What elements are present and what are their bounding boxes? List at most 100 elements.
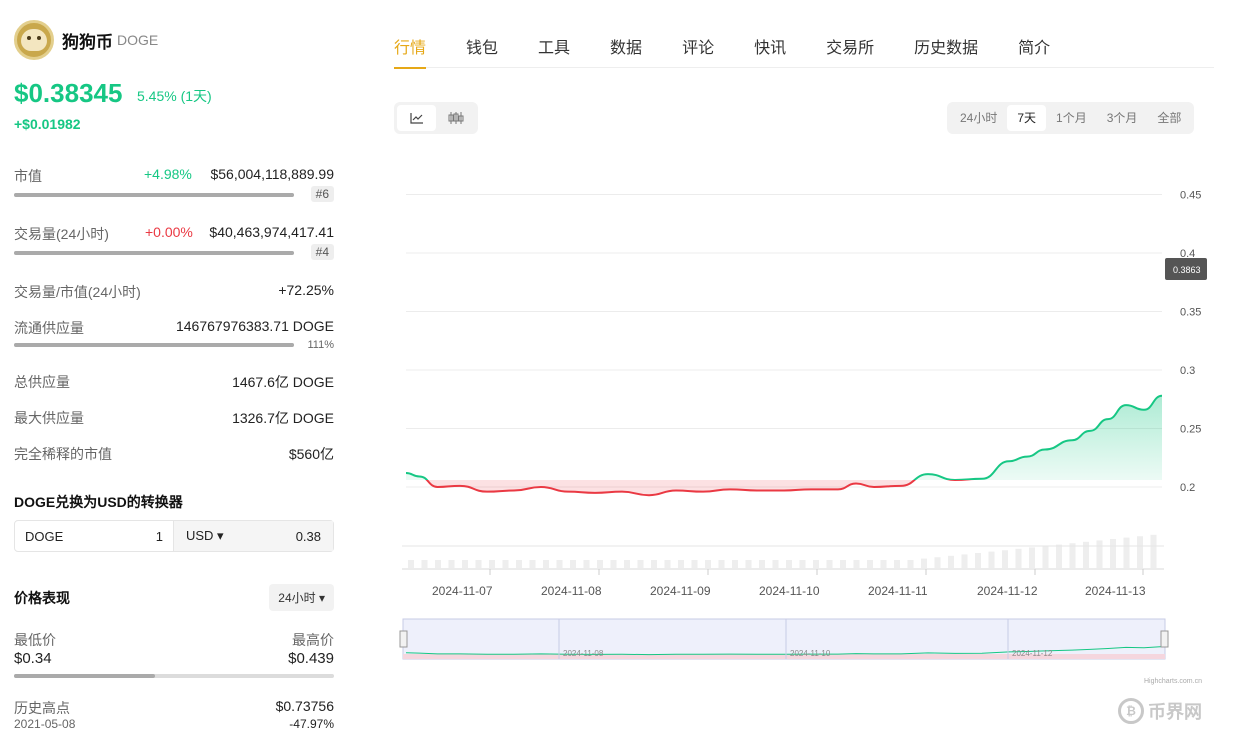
volume-bar [1002, 550, 1008, 568]
doge-logo [14, 20, 54, 60]
navigator-label: 2024-11-12 [1012, 649, 1053, 658]
tab-intro[interactable]: 简介 [1018, 24, 1050, 68]
volume-bar [880, 560, 887, 568]
price-chart[interactable]: 0.450.40.350.30.250.20.38632024-11-07 202… [394, 160, 1224, 690]
volume-bar [813, 560, 819, 568]
x-tick-label: 2024-11-08 [541, 584, 602, 598]
volume-bar [570, 560, 576, 568]
last-price-label: 0.3863 [1173, 265, 1201, 275]
price-change-pct: 5.45% (1天) [137, 88, 212, 104]
volume-bar [894, 560, 900, 568]
stat-label: 完全稀释的市值 [14, 446, 112, 462]
volume-bar [556, 560, 563, 568]
navigator-label: 2024-11-08 [563, 649, 604, 658]
coin-name: 狗狗币 [62, 32, 113, 52]
range-1m-button[interactable]: 1个月 [1046, 105, 1097, 131]
volume-bar [745, 560, 752, 568]
navigator-left-handle[interactable] [399, 630, 408, 648]
coin-symbol: DOGE [117, 32, 159, 48]
tab-news[interactable]: 快讯 [754, 24, 786, 68]
stat-value: $56,004,118,889.99 [210, 166, 334, 182]
price-range-bar [14, 674, 334, 678]
volume-bar [529, 560, 536, 568]
range-7d-button[interactable]: 7天 [1007, 105, 1047, 131]
tab-wallet[interactable]: 钱包 [466, 24, 498, 68]
ath-date: 2021-05-08 [14, 717, 76, 731]
volume-bar [678, 560, 684, 568]
converter-from-amount[interactable]: 1 [156, 529, 163, 544]
x-tick-label: 2024-11-13 [1085, 584, 1146, 598]
tab-comments[interactable]: 评论 [682, 24, 714, 68]
watermark-logo-icon: ₿ [1118, 698, 1144, 724]
volume-bar [583, 560, 590, 568]
volume-bar [961, 554, 968, 568]
volume-bar [975, 553, 981, 568]
candlestick-chart-button[interactable] [436, 105, 475, 131]
volume-bar [907, 560, 914, 568]
volume-bar [651, 560, 657, 568]
volume-bar [435, 560, 441, 568]
x-tick-label: 2024-11-12 [977, 584, 1038, 598]
stat-change: +0.00% [145, 224, 193, 240]
volume-bar [502, 560, 509, 568]
circulating-pct: 111% [307, 339, 334, 351]
price-area-down [406, 479, 1162, 496]
converter-from[interactable]: DOGE 1 [15, 521, 174, 551]
volume-bar [948, 555, 954, 568]
volume-bar [921, 558, 927, 568]
stat-label: 最大供应量 [14, 410, 84, 426]
volume-bar [705, 560, 711, 568]
range-24h-button[interactable]: 24小时 [950, 105, 1007, 131]
tab-history[interactable]: 历史数据 [914, 24, 978, 68]
site-watermark: ₿ 币界网 [1118, 698, 1202, 724]
volume-bar [624, 560, 630, 568]
volume-bar [718, 560, 725, 568]
x-tick-label: 2024-11-09 [650, 584, 711, 598]
stat-label: 流通供应量 [14, 320, 84, 336]
volume-bar [1056, 544, 1062, 568]
performance-period-select[interactable]: 24小时 ▾ [269, 584, 334, 611]
tab-data[interactable]: 数据 [610, 24, 642, 68]
range-all-button[interactable]: 全部 [1147, 105, 1191, 131]
stat-change: +4.98% [144, 166, 192, 182]
volume-bar [489, 560, 495, 568]
stat-value: +72.25% [278, 282, 334, 298]
stat-label: 市值 [14, 168, 42, 184]
high-value: $0.439 [288, 650, 334, 667]
low-label: 最低价 [14, 632, 56, 648]
high-label: 最高价 [292, 632, 334, 648]
tab-tools[interactable]: 工具 [538, 24, 570, 68]
volume-bar [1110, 539, 1116, 568]
volume-bar [408, 560, 414, 568]
line-chart-icon [409, 113, 423, 124]
current-price: $0.38345 [14, 78, 123, 108]
stat-value: 1467.6亿 DOGE [232, 374, 334, 390]
converter-to[interactable]: USD ▾ 0.38 [173, 521, 333, 551]
x-tick-label: 2024-11-07 [432, 584, 493, 598]
volume-bar [1150, 534, 1157, 568]
volume-bar [732, 560, 738, 568]
stat-value: $560亿 [288, 446, 334, 462]
volume-bar [799, 560, 806, 568]
rank-badge: #6 [310, 186, 334, 202]
range-3m-button[interactable]: 3个月 [1097, 105, 1148, 131]
rank-badge: #4 [310, 244, 334, 260]
volume-bar [1029, 547, 1035, 568]
converter-to-currency-select[interactable]: USD ▾ [186, 528, 224, 544]
volume-bar [853, 560, 860, 568]
volume-bar [1015, 548, 1022, 568]
volume-bar [597, 560, 603, 568]
line-chart-button[interactable] [397, 105, 436, 131]
chart-credit: Highcharts.com.cn [1144, 678, 1202, 685]
stat-value: 1326.7亿 DOGE [232, 410, 334, 426]
price-change-abs: +$0.01982 [14, 116, 81, 132]
tab-exchanges[interactable]: 交易所 [826, 24, 874, 68]
x-tick-label: 2024-11-11 [868, 584, 928, 598]
converter: DOGE 1 USD ▾ 0.38 [14, 520, 334, 552]
volume-bar [543, 560, 549, 568]
main-tabs: 行情 钱包 工具 数据 评论 快讯 交易所 历史数据 简介 [394, 24, 1214, 69]
tab-market[interactable]: 行情 [394, 24, 427, 69]
volume-bar [934, 557, 941, 568]
navigator-right-handle[interactable] [1160, 630, 1169, 648]
y-tick-label: 0.35 [1180, 306, 1201, 318]
